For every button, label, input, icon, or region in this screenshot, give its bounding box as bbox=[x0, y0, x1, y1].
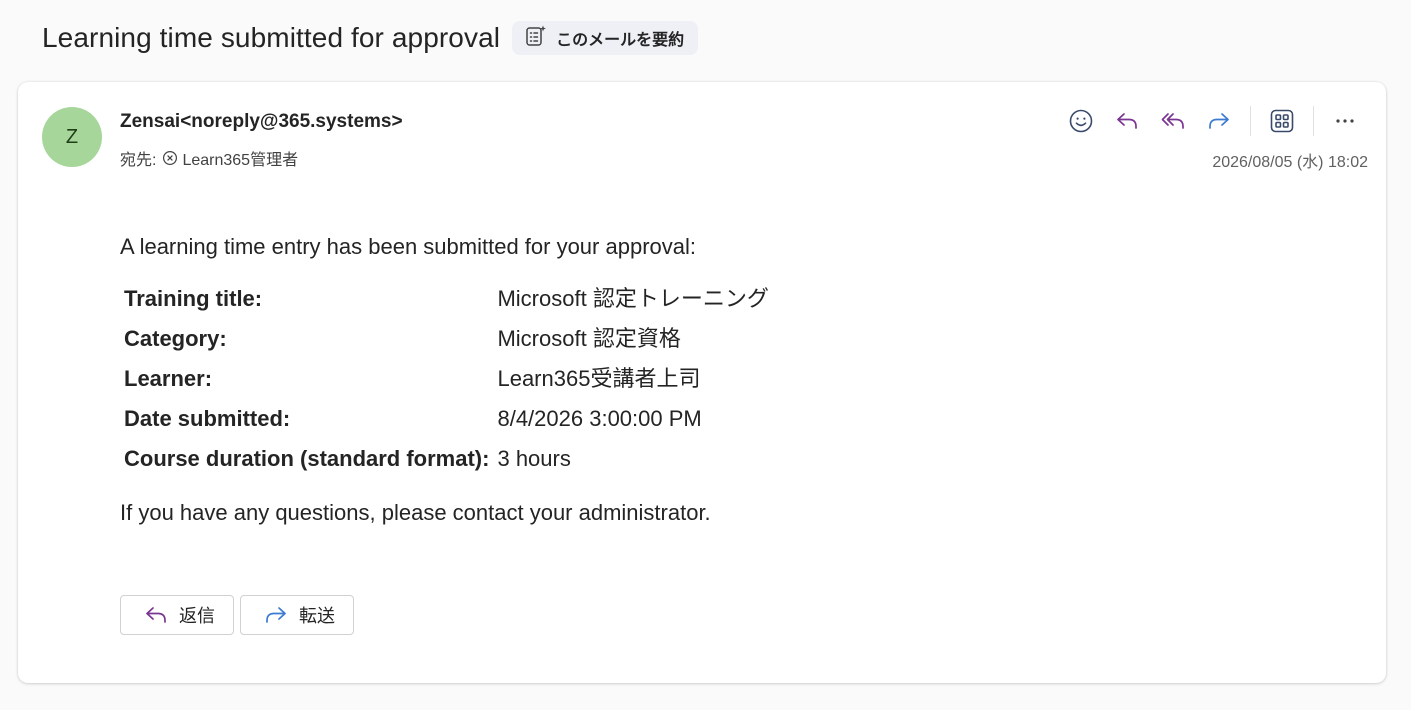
sender-avatar[interactable]: Z bbox=[42, 107, 102, 167]
reply-all-button[interactable] bbox=[1150, 102, 1196, 140]
sender-name[interactable]: Zensai<noreply@365.systems> bbox=[120, 111, 403, 133]
emoji-reaction-button[interactable] bbox=[1058, 102, 1104, 140]
detail-value: Learn365受講者上司 bbox=[497, 366, 701, 391]
reply-bottom-button[interactable]: 返信 bbox=[120, 595, 234, 635]
sparkle-summary-icon bbox=[524, 24, 548, 53]
detail-value: Microsoft 認定資格 bbox=[497, 326, 681, 351]
reply-forward-buttons: 返信 転送 bbox=[120, 595, 354, 635]
actions-divider bbox=[1250, 106, 1251, 136]
apps-icon bbox=[1269, 108, 1295, 134]
reply-all-icon bbox=[1160, 108, 1186, 134]
table-row: Category: Microsoft 認定資格 bbox=[120, 320, 773, 360]
summarize-button[interactable]: このメールを要約 bbox=[512, 21, 699, 55]
email-date: 2026/08/05 (水) 18:02 bbox=[1212, 154, 1368, 171]
table-row: Training title: Microsoft 認定トレーニング bbox=[120, 280, 773, 320]
email-subject: Learning time submitted for approval bbox=[42, 22, 501, 53]
forward-bottom-button[interactable]: 転送 bbox=[240, 595, 354, 635]
detail-value: 8/4/2026 3:00:00 PM bbox=[497, 406, 702, 431]
summarize-label: このメールを要約 bbox=[556, 32, 685, 49]
close-circle-icon bbox=[162, 150, 178, 166]
detail-label: Course duration (standard format): bbox=[124, 446, 490, 471]
forward-icon bbox=[263, 602, 289, 628]
more-actions-button[interactable] bbox=[1322, 102, 1368, 140]
email-body: A learning time entry has been submitted… bbox=[120, 232, 1120, 528]
details-table: Training title: Microsoft 認定トレーニング Categ… bbox=[120, 280, 773, 480]
recipient-name[interactable]: Learn365管理者 bbox=[182, 146, 298, 170]
email-header-row: Learning time submitted for approval このメ… bbox=[42, 18, 699, 58]
detail-label: Training title: bbox=[124, 286, 263, 311]
table-row: Date submitted: 8/4/2026 3:00:00 PM bbox=[120, 400, 773, 440]
emoji-icon bbox=[1068, 108, 1094, 134]
table-row: Learner: Learn365受講者上司 bbox=[120, 360, 773, 400]
more-icon bbox=[1332, 108, 1358, 134]
actions-divider bbox=[1313, 106, 1314, 136]
forward-label: 転送 bbox=[299, 606, 335, 626]
detail-value: Microsoft 認定トレーニング bbox=[497, 286, 769, 311]
reply-button[interactable] bbox=[1104, 102, 1150, 140]
intro-text: A learning time entry has been submitted… bbox=[120, 234, 696, 259]
forward-icon bbox=[1206, 108, 1232, 134]
detail-label: Date submitted: bbox=[124, 406, 291, 431]
reply-icon bbox=[143, 602, 169, 628]
table-row: Course duration (standard format): 3 hou… bbox=[120, 440, 773, 480]
detail-value: 3 hours bbox=[497, 446, 571, 471]
to-label: 宛先: bbox=[120, 152, 157, 169]
apps-button[interactable] bbox=[1259, 102, 1305, 140]
reply-icon bbox=[1114, 108, 1140, 134]
detail-label: Learner: bbox=[124, 366, 213, 391]
message-actions bbox=[1058, 102, 1368, 140]
recipient-line: 宛先: Learn365管理者 bbox=[120, 146, 298, 170]
email-card: Z Zensai<noreply@365.systems> 宛先: Learn3… bbox=[18, 82, 1386, 683]
detail-label: Category: bbox=[124, 326, 227, 351]
reply-label: 返信 bbox=[179, 606, 215, 626]
forward-button[interactable] bbox=[1196, 102, 1242, 140]
outro-text: If you have any questions, please contac… bbox=[120, 500, 711, 525]
